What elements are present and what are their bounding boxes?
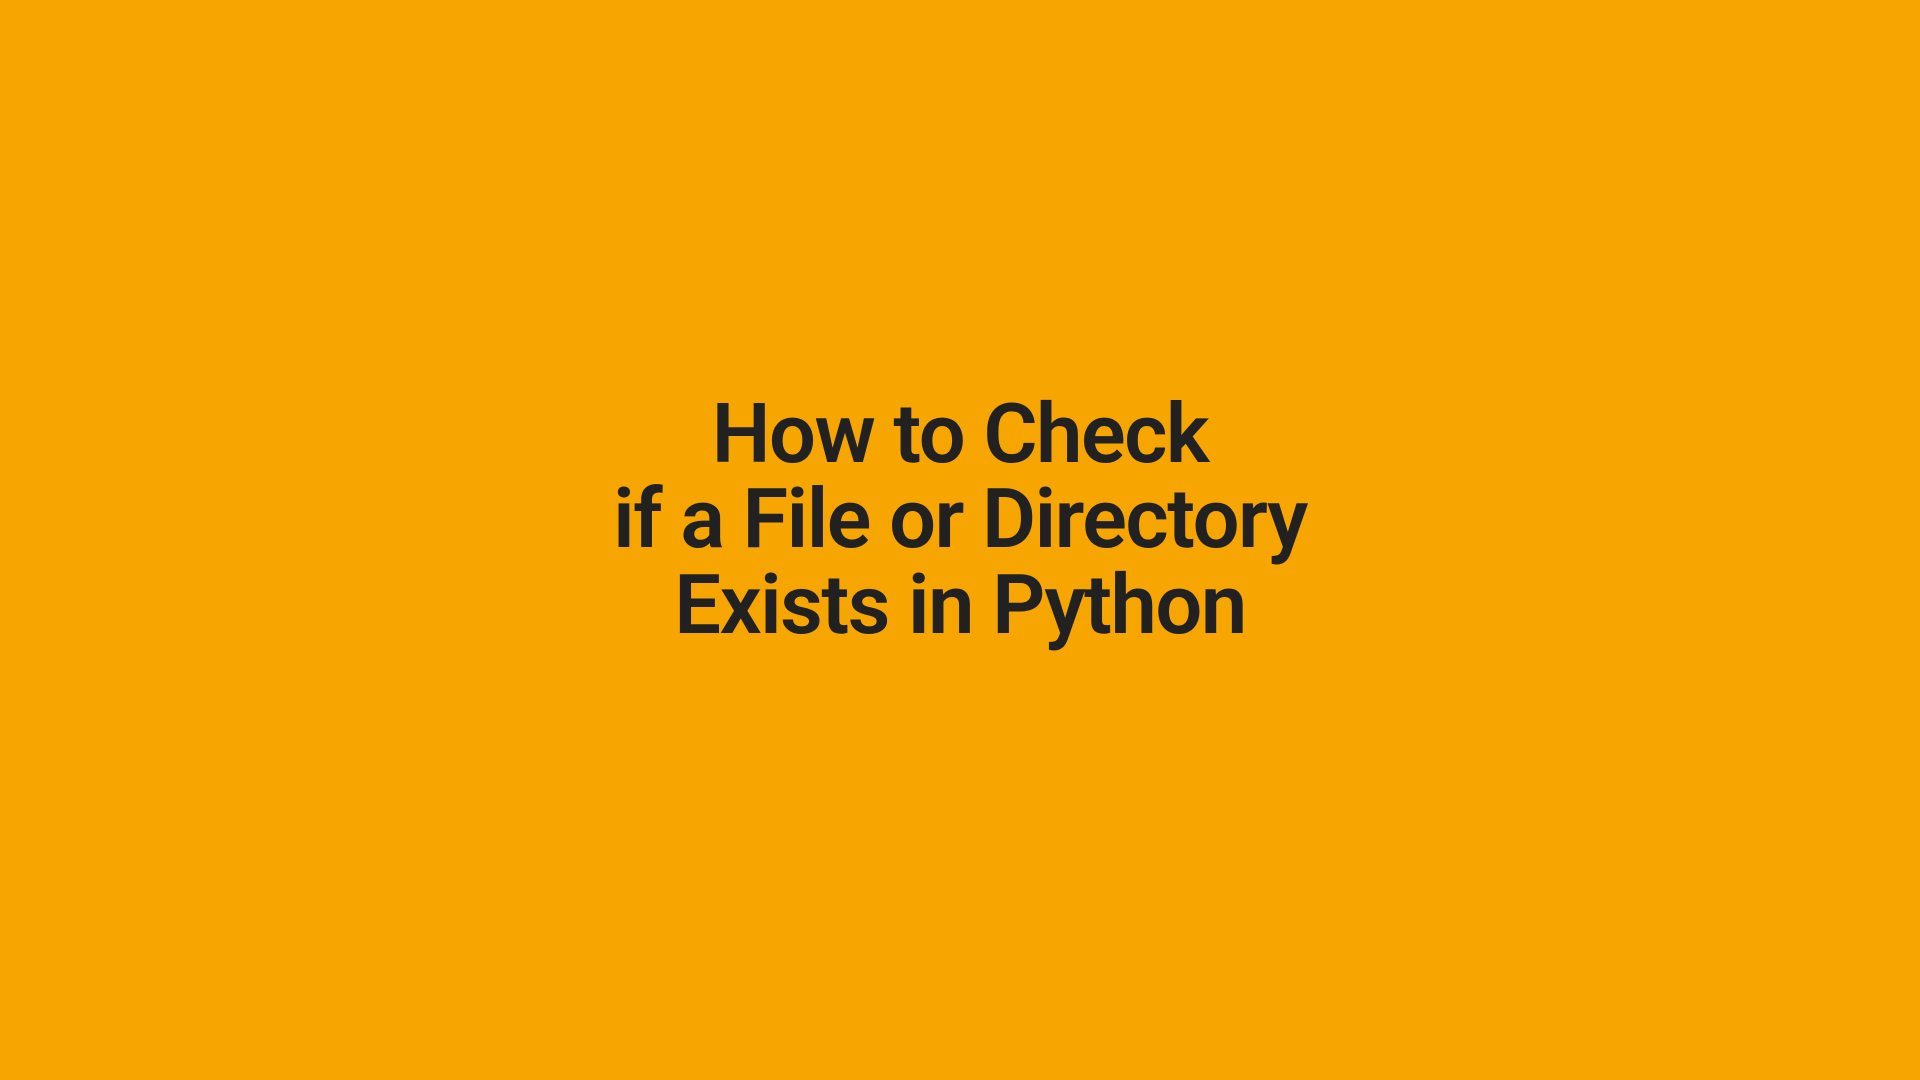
title-line-1: How to Check [712, 386, 1208, 483]
page-title: How to Check if a File or Directory Exis… [613, 392, 1307, 648]
title-line-3: Exists in Python [674, 557, 1245, 654]
title-line-2: if a File or Directory [613, 471, 1307, 568]
